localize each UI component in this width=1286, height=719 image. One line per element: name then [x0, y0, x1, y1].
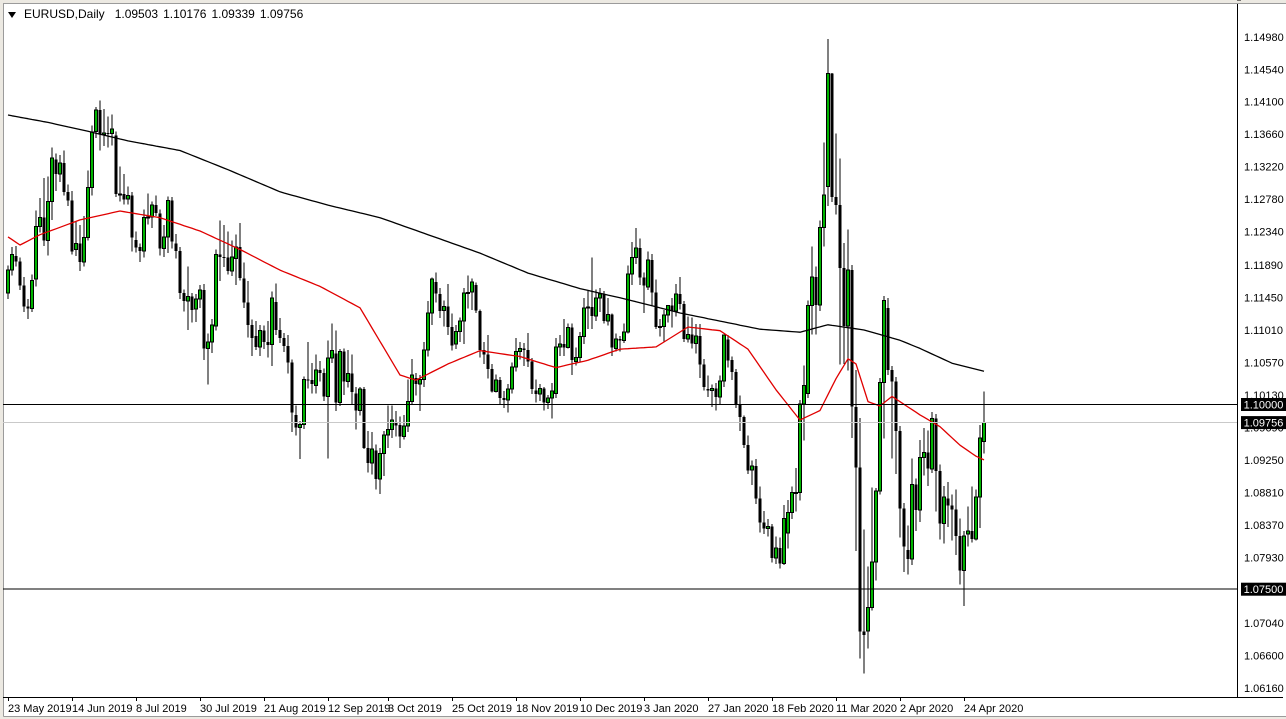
current-price-tag: 1.09756 — [1241, 416, 1286, 430]
time-tick-label: 21 Aug 2019 — [264, 703, 326, 715]
price-tick-label: 1.12340 — [1244, 227, 1284, 239]
time-tick-label: 11 Mar 2020 — [836, 703, 897, 715]
chart-title: EURUSD,Daily 1.09503 1.10176 1.09339 1.0… — [8, 7, 308, 21]
time-tick-label: 14 Jun 2019 — [72, 703, 133, 715]
price-tick-label: 1.10570 — [1244, 357, 1284, 369]
time-tick-label: 24 Apr 2020 — [964, 703, 1023, 715]
quote-close: 1.09756 — [259, 7, 304, 21]
time-tick-label: 23 May 2019 — [8, 703, 72, 715]
time-tick-label: 18 Nov 2019 — [516, 703, 578, 715]
price-tag-1.07500: 1.07500 — [1241, 582, 1286, 596]
price-tick-label: 1.13660 — [1244, 129, 1284, 141]
quote-open: 1.09503 — [114, 7, 159, 21]
svg-text:1.09756: 1.09756 — [1244, 418, 1284, 430]
price-tick-label: 1.13220 — [1244, 162, 1284, 174]
price-tick-label: 1.09250 — [1244, 455, 1284, 467]
price-tick-label: 1.14540 — [1244, 64, 1284, 76]
chart-canvas[interactable]: 1.14980 1.14540 1.14100 1.13660 1.13220 1.127… — [0, 0, 1286, 719]
time-tick-label: 3 Jan 2020 — [644, 703, 698, 715]
quote-high: 1.10176 — [163, 7, 207, 21]
price-tick-label: 1.08810 — [1244, 487, 1284, 499]
svg-text:1.07500: 1.07500 — [1244, 584, 1284, 596]
price-tick-label: 1.07930 — [1244, 552, 1284, 564]
price-tick-label: 1.12780 — [1244, 194, 1284, 206]
window-frame — [0, 0, 1286, 719]
time-tick-label: 8 Jul 2019 — [136, 703, 187, 715]
price-tick-label: 1.14100 — [1244, 97, 1284, 109]
time-tick-label: 2 Apr 2020 — [900, 703, 953, 715]
time-tick-label: 18 Feb 2020 — [772, 703, 834, 715]
price-tick-label: 1.11450 — [1244, 293, 1283, 305]
collapse-triangle-icon[interactable] — [8, 11, 16, 18]
time-tick-label: 25 Oct 2019 — [452, 703, 512, 715]
price-tag-1.10000: 1.10000 — [1241, 398, 1286, 412]
quote-low: 1.09339 — [211, 7, 255, 21]
chart-window: 1.14980 1.14540 1.14100 1.13660 1.13220 1.127… — [0, 0, 1286, 719]
time-tick-label: 27 Jan 2020 — [708, 703, 769, 715]
time-tick-label: 30 Jul 2019 — [200, 703, 257, 715]
price-tick-label: 1.14980 — [1244, 32, 1284, 44]
price-tick-label: 1.07040 — [1244, 618, 1284, 630]
svg-text:1.10000: 1.10000 — [1244, 400, 1284, 412]
price-tick-label: 1.06160 — [1244, 683, 1284, 695]
time-tick-label: 12 Sep 2019 — [328, 703, 390, 715]
price-tick-label: 1.06600 — [1244, 651, 1284, 663]
price-tick-label: 1.11890 — [1244, 260, 1283, 272]
time-tick-label: 3 Oct 2019 — [388, 703, 442, 715]
price-tick-label: 1.11010 — [1244, 325, 1283, 337]
price-tick-label: 1.08370 — [1244, 520, 1284, 532]
time-tick-label: 10 Dec 2019 — [580, 703, 642, 715]
symbol-period-label: EURUSD,Daily — [24, 7, 105, 21]
